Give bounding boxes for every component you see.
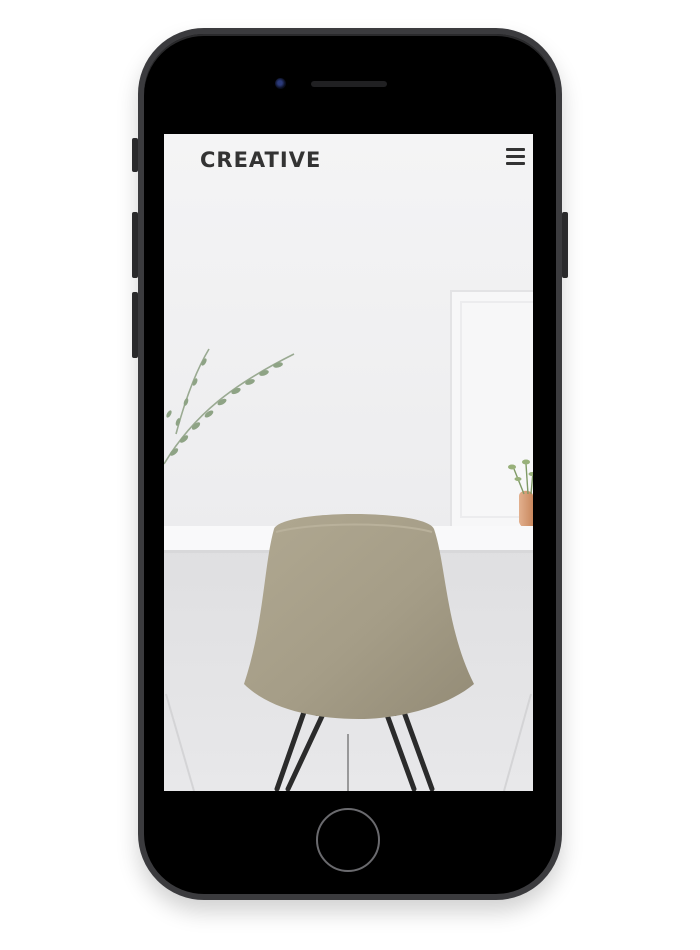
- brand-logo[interactable]: CREATIVE: [200, 148, 321, 172]
- hero-image: [164, 134, 533, 791]
- app-header: CREATIVE: [164, 134, 533, 190]
- earpiece-speaker: [311, 81, 387, 87]
- front-camera: [275, 78, 286, 89]
- home-button[interactable]: [316, 808, 380, 872]
- picture-frame: [450, 290, 533, 528]
- power-button: [562, 212, 568, 278]
- hamburger-menu-icon[interactable]: [506, 148, 525, 165]
- phone-screen: CREATIVE: [164, 134, 533, 791]
